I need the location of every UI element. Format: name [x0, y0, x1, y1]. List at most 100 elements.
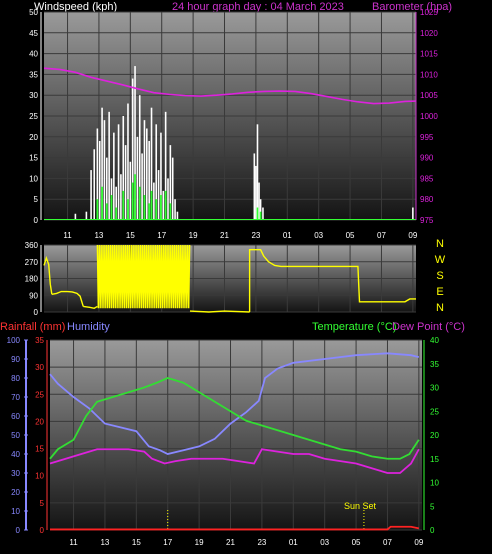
- average-wind-bar: [115, 207, 118, 220]
- barometer-y-tick-label: 1000: [420, 112, 438, 121]
- temperature-y-tick-label: 5: [430, 502, 435, 511]
- average-wind-bar: [155, 199, 158, 220]
- wind-y-tick-label: 10: [29, 174, 38, 183]
- average-wind-bar: [96, 199, 99, 220]
- gust-bar: [253, 153, 256, 220]
- wind-y-axis: 0 5 10 15 20 25 30 35 40 45 50: [29, 8, 42, 225]
- gust-bar: [124, 145, 127, 220]
- wind-y-tick-label: 0: [34, 216, 39, 225]
- wind-x-tick-label: 05: [346, 231, 355, 240]
- average-wind-bar: [138, 186, 141, 220]
- rainfall-y-tick-label: 30: [35, 363, 44, 372]
- gust-bar: [262, 207, 264, 220]
- average-wind-bar: [164, 190, 167, 220]
- temperature-x-tick-label: 15: [132, 538, 141, 547]
- weather-graph-canvas: Windspeed (kph) 24 hour graph day : 04 M…: [0, 1, 465, 547]
- gust-bar: [258, 182, 260, 220]
- humidity-y-tick-label: 90: [11, 355, 20, 364]
- wind-x-tick-label: 03: [314, 231, 323, 240]
- wind-y-tick-label: 50: [29, 8, 38, 17]
- direction-y-tick-label: 270: [25, 258, 39, 267]
- average-wind-bar: [169, 203, 172, 220]
- wind-y-tick-label: 30: [29, 91, 38, 100]
- gust-bar: [120, 174, 122, 220]
- wind-y-tick-label: 15: [29, 154, 38, 163]
- gust-bar: [103, 120, 106, 220]
- gust-bar: [113, 132, 115, 220]
- average-wind-bar: [160, 195, 162, 220]
- average-wind-bar: [131, 182, 134, 220]
- average-wind-bar: [143, 195, 146, 220]
- humidity-y-axis: 0 10 20 30 40 50 60 70 80 90 100: [7, 336, 28, 535]
- wind-axis-title: Windspeed (kph): [34, 1, 117, 13]
- temperature-x-tick-label: 13: [100, 538, 109, 547]
- wind-y-tick-label: 20: [29, 133, 38, 142]
- temperature-y-tick-label: 10: [430, 479, 439, 488]
- gust-bar: [93, 149, 96, 220]
- average-wind-bar: [150, 190, 153, 220]
- barometer-y-tick-label: 1010: [420, 70, 438, 79]
- sunset-label: Sun Set: [344, 501, 377, 511]
- direction-y-tick-label: 0: [34, 308, 39, 317]
- average-wind-bar: [127, 199, 129, 220]
- rainfall-y-tick-label: 35: [35, 336, 44, 345]
- rainfall-y-axis: 0 5 10 15 20 25 30 35: [35, 336, 48, 535]
- barometer-axis-title: Barometer (hpa): [372, 1, 452, 13]
- dewpoint-axis-title: Dew Point (°C): [392, 321, 465, 333]
- temperature-x-tick-label: 19: [195, 538, 204, 547]
- humidity-y-tick-label: 0: [16, 526, 21, 535]
- gust-bar: [153, 182, 155, 220]
- rainfall-y-tick-label: 25: [35, 390, 44, 399]
- average-wind-bar: [134, 174, 136, 220]
- wind-y-tick-label: 40: [29, 50, 38, 59]
- gust-bar: [171, 157, 174, 220]
- gust-bar: [98, 140, 101, 220]
- temperature-y-tick-label: 0: [430, 526, 435, 535]
- temperature-x-tick-label: 07: [383, 538, 392, 547]
- gust-bar: [129, 161, 132, 220]
- wind-y-tick-label: 5: [34, 195, 39, 204]
- rainfall-y-tick-label: 0: [40, 526, 45, 535]
- wind-barometer-panel: 05101520253035404550 9759809859909951000…: [29, 8, 438, 240]
- temperature-x-tick-label: 21: [226, 538, 235, 547]
- graph-title: 24 hour graph day : 04 March 2023: [172, 1, 344, 13]
- humidity-y-tick-label: 50: [11, 431, 20, 440]
- average-wind-bar: [259, 211, 262, 220]
- barometer-y-axis: 975 980 985 990 995 1000 1005 1010 1015 1020 1025: [420, 8, 438, 225]
- temperature-humidity-panel: 0102030405060708090100 05101520253035 05…: [7, 336, 440, 547]
- gust-bar: [141, 153, 143, 220]
- humidity-y-tick-label: 70: [11, 393, 20, 402]
- temperature-y-tick-label: 30: [430, 384, 439, 393]
- wind-x-tick-label: 15: [126, 231, 135, 240]
- temperature-y-tick-label: 25: [430, 407, 439, 416]
- rainfall-y-tick-label: 20: [35, 417, 44, 426]
- gust-bar: [162, 190, 165, 220]
- wind-direction-panel: 090180270360 NWSEN: [25, 238, 446, 317]
- rainfall-y-tick-label: 15: [35, 445, 44, 454]
- rainfall-axis-title: Rainfall (mm): [0, 321, 65, 333]
- wind-x-tick-label: 07: [377, 231, 386, 240]
- compass-label: S: [436, 270, 443, 282]
- gust-bar: [176, 211, 179, 220]
- average-wind-bar: [148, 203, 151, 220]
- wind-x-tick-label: 17: [157, 231, 166, 240]
- humidity-y-tick-label: 30: [11, 469, 20, 478]
- temperature-y-tick-label: 35: [430, 360, 439, 369]
- direction-line: [189, 310, 250, 313]
- compass-label: N: [436, 302, 444, 314]
- gust-bar: [256, 124, 259, 220]
- temperature-y-tick-label: 15: [430, 455, 439, 464]
- barometer-y-tick-label: 1025: [420, 8, 438, 17]
- temperature-axis-title: Temperature (°C): [312, 321, 396, 333]
- gust-bar: [167, 178, 169, 220]
- humidity-y-tick-label: 80: [11, 374, 20, 383]
- temperature-x-tick-label: 03: [320, 538, 329, 547]
- barometer-y-tick-label: 1005: [420, 91, 438, 100]
- temperature-x-tick-label: 11: [69, 538, 78, 547]
- barometer-y-tick-label: 980: [420, 195, 434, 204]
- average-wind-bar: [105, 203, 108, 220]
- average-wind-bar: [122, 190, 125, 220]
- rainfall-y-tick-label: 5: [40, 499, 45, 508]
- gust-bar: [412, 207, 414, 220]
- gust-bar: [146, 128, 148, 220]
